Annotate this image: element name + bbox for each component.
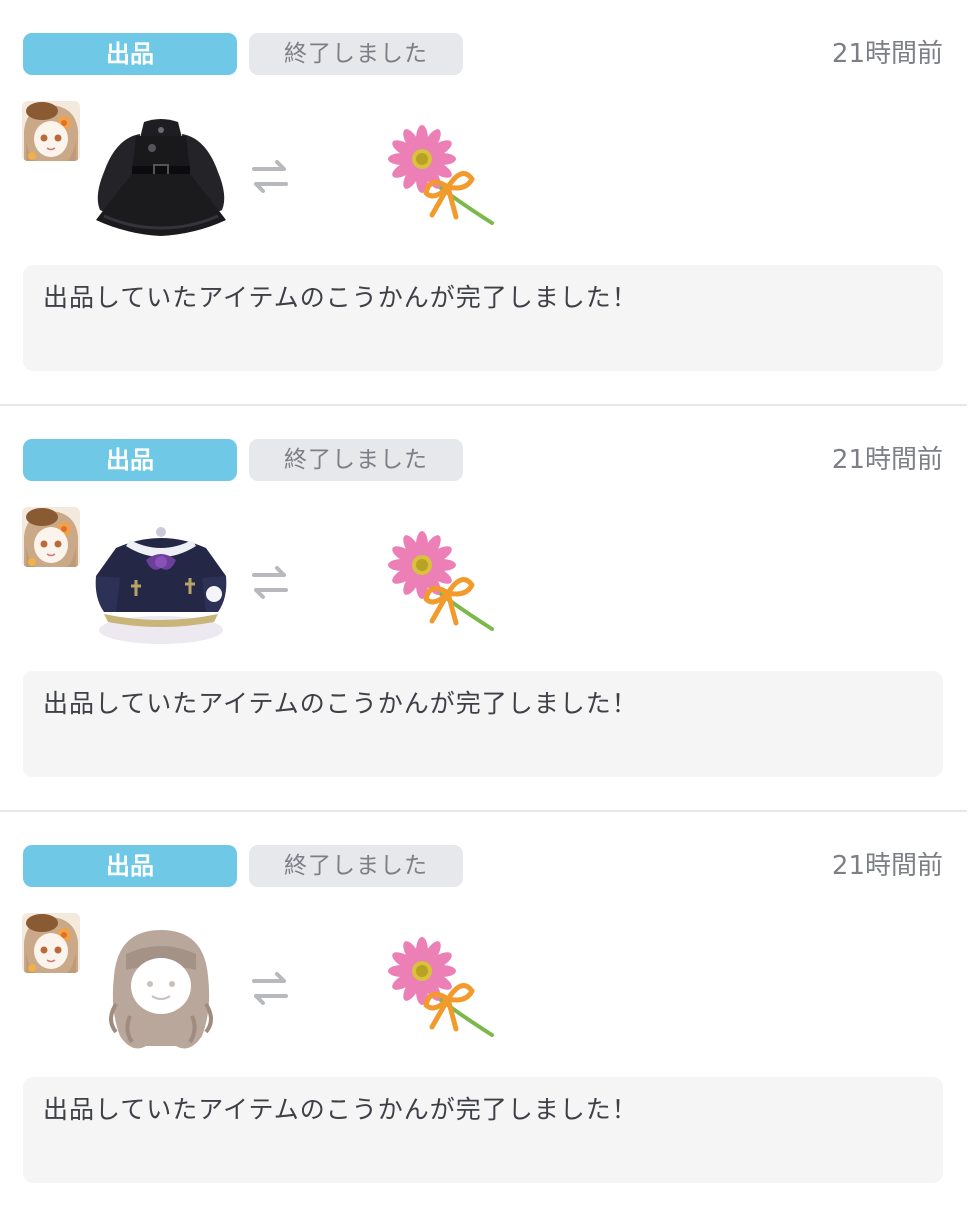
listing-tag: 出品 [23,845,237,887]
exchange-arrows-icon [250,158,290,194]
wavy-hair-icon[interactable] [86,924,236,1054]
exchange-arrows-icon [250,564,290,600]
timestamp: 21時間前 [831,851,943,881]
user-avatar [22,101,80,161]
status-tag: 終了しました [249,845,463,887]
notification-card[interactable]: 出品 終了しました 21時間前 出品していたアイテムのこうかんが完了しました！ [0,406,973,810]
user-avatar [22,913,80,973]
timestamp: 21時間前 [831,445,943,475]
notification-message: 出品していたアイテムのこうかんが完了しました！ [23,671,943,777]
user-avatar [22,507,80,567]
timestamp: 21時間前 [831,39,943,69]
pink-flower-icon[interactable] [388,937,500,1045]
status-tag: 終了しました [249,439,463,481]
status-tag: 終了しました [249,33,463,75]
pink-flower-icon[interactable] [388,531,500,639]
exchange-arrows-icon [250,970,290,1006]
notification-message: 出品していたアイテムのこうかんが完了しました！ [23,1077,943,1183]
navy-sailor-dress-icon[interactable] [86,518,236,648]
pink-flower-icon[interactable] [388,125,500,233]
notification-message: 出品していたアイテムのこうかんが完了しました！ [23,265,943,371]
listing-tag: 出品 [23,439,237,481]
notification-card[interactable]: 出品 終了しました 21時間前 出品していたアイテムのこうかんが完了しました！ [0,812,973,1216]
listing-tag: 出品 [23,33,237,75]
black-dress-icon[interactable] [86,112,236,242]
notification-card[interactable]: 出品 終了しました 21時間前 出品していたアイテムのこうかんが完了しました！ [0,0,973,404]
